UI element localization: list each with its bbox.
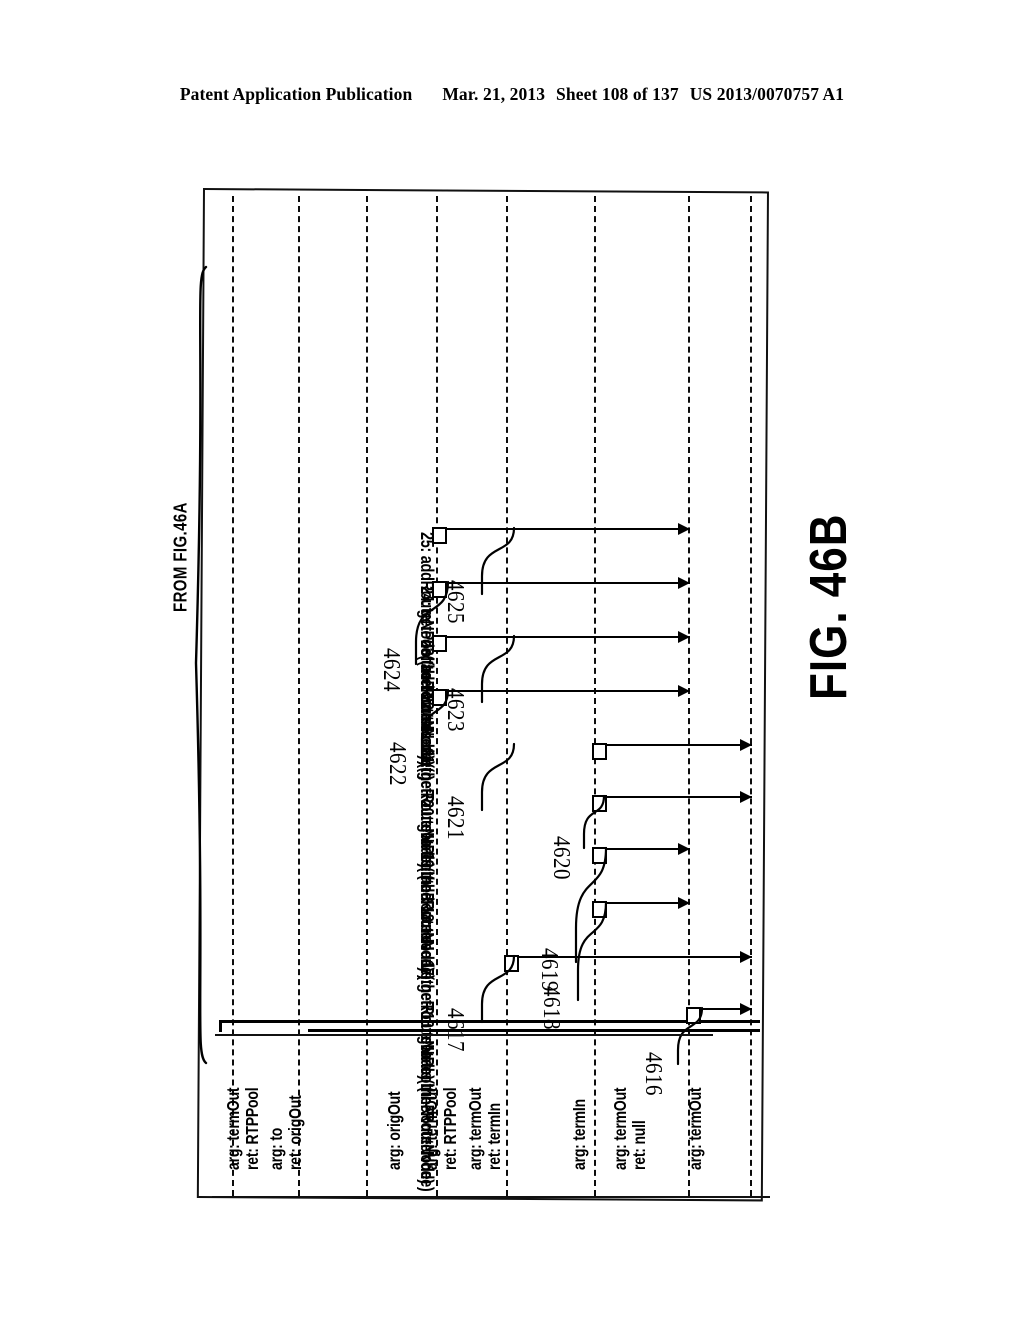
lifeline-6 xyxy=(366,196,368,1196)
figure-caption: FIG. 46B xyxy=(800,513,858,701)
annotation-ret: ret: RTPPool xyxy=(439,1087,460,1170)
annotation-rule-top xyxy=(215,1034,713,1036)
annotation-arg: arg: termOut xyxy=(684,1087,705,1170)
annotation-arg: arg: termOut xyxy=(464,1087,485,1170)
lifeline-1 xyxy=(750,196,752,1196)
lifeline-3 xyxy=(594,196,596,1196)
annotation-arg: arg: termOut xyxy=(222,1087,243,1170)
annotation-ret: ret: RTPPool xyxy=(241,1087,262,1170)
annotation-ret: ret: null xyxy=(628,1120,649,1170)
leader-line-4623 xyxy=(468,630,522,726)
header-publication: Patent Application Publication xyxy=(179,84,413,104)
annotation-group-1: arg: termOut ret: RTPPool xyxy=(222,1087,262,1170)
reference-numeral-4620: 4620 xyxy=(548,836,577,880)
leader-line-4625 xyxy=(468,522,522,618)
leader-line-4616 xyxy=(668,1002,708,1082)
reference-numeral-4621: 4621 xyxy=(442,796,471,840)
reference-numeral-4624: 4624 xyxy=(378,648,407,692)
annotation-group-7: arg: termOut ret: null xyxy=(609,1087,649,1170)
annotation-arg: arg: termOut xyxy=(609,1087,630,1170)
annotation-ret: ret: origOut xyxy=(284,1095,305,1170)
activation-bar-cap xyxy=(219,1020,222,1032)
sequence-diagram-canvas: 16: getPool(theRouteNode) 17: getRouteNo… xyxy=(208,196,768,1196)
reference-numeral-4618: 4618 xyxy=(538,986,567,1030)
header-doc-number: US 2013/0070757 A1 xyxy=(689,84,845,104)
annotation-rule-bottom xyxy=(212,1196,770,1198)
annotation-group-6: arg: termIn xyxy=(568,1099,589,1170)
reference-numeral-4619: 4619 xyxy=(536,948,565,992)
annotation-arg: arg: termIn xyxy=(568,1099,589,1170)
leader-line-4617 xyxy=(468,950,522,1046)
annotation-group-4: arg: termOut ret: RTPPool xyxy=(420,1087,460,1170)
annotation-group-5: arg: termOut ret: termIn xyxy=(464,1087,504,1170)
annotation-arg: arg: termOut xyxy=(420,1087,441,1170)
reference-numeral-4623: 4623 xyxy=(442,688,471,732)
annotation-group-3: arg: origOut xyxy=(383,1091,404,1170)
leader-line-4621 xyxy=(468,738,522,834)
reference-numeral-4625: 4625 xyxy=(442,580,471,624)
from-figure-label: FROM FIG.46A xyxy=(170,502,192,612)
sequence-diagram-stage: 16: getPool(theRouteNode) 17: getRouteNo… xyxy=(208,196,768,1196)
page-header: Patent Application Publication Mar. 21, 2… xyxy=(0,84,1024,105)
lifeline-7 xyxy=(298,196,300,1196)
annotation-ret: ret: termIn xyxy=(483,1102,504,1170)
annotation-group-2: arg: to ret: origOut xyxy=(265,1095,305,1170)
header-sheet: Sheet 108 of 137 xyxy=(556,84,679,104)
annotation-group-8: arg: termOut xyxy=(684,1087,705,1170)
annotation-arg: arg: to xyxy=(265,1127,286,1170)
reference-numeral-4622: 4622 xyxy=(384,742,413,786)
annotation-arg: arg: origOut xyxy=(383,1091,404,1170)
lifeline-8 xyxy=(232,196,234,1196)
header-date: Mar. 21, 2013 xyxy=(442,84,546,104)
reference-numeral-4617: 4617 xyxy=(442,1008,471,1052)
leader-line-4620 xyxy=(574,790,610,866)
